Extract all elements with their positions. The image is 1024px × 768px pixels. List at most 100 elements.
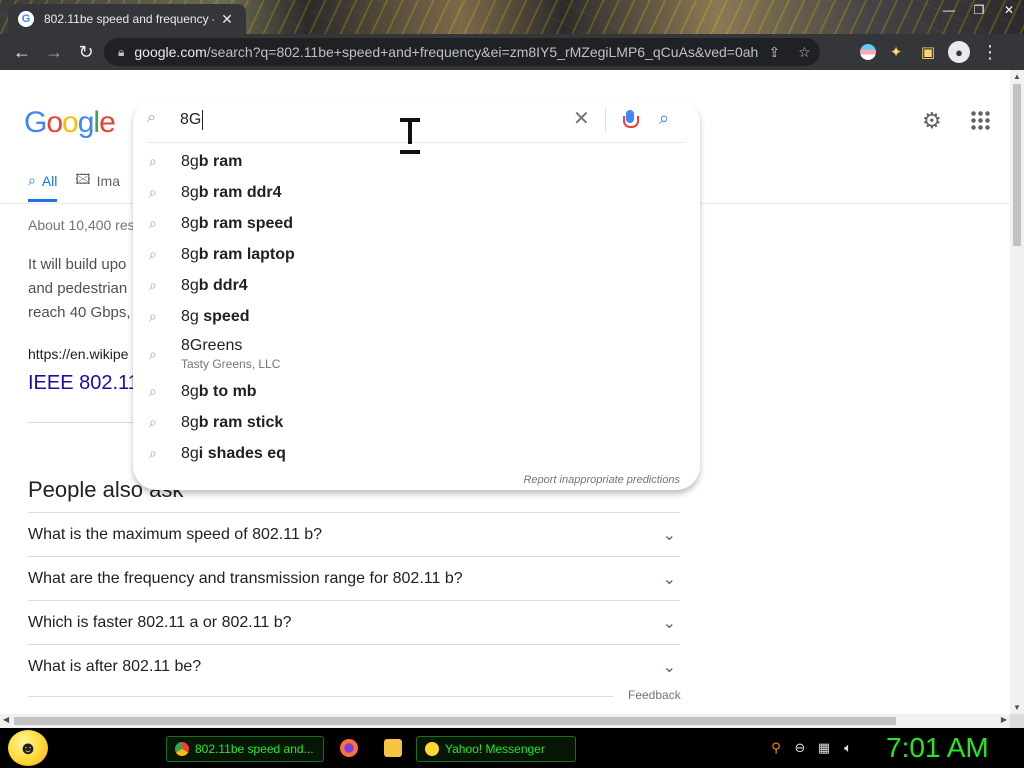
chevron-down-icon: ⌄ bbox=[662, 526, 676, 544]
tab-images[interactable]: 🖾︎ Ima bbox=[75, 170, 120, 192]
google-results-page: Google ⚙ ⌕ All 🖾︎ Ima About 10,400 res I… bbox=[0, 70, 1010, 714]
firefox-icon[interactable] bbox=[340, 739, 358, 757]
text-cursor-icon bbox=[398, 118, 422, 154]
close-window-button[interactable]: ✕ bbox=[994, 0, 1024, 20]
google-apps-icon[interactable] bbox=[970, 110, 990, 130]
suggestion-text: 8gb ram speed bbox=[181, 215, 293, 233]
taskbar-chrome-button[interactable]: 802.11be speed and... bbox=[166, 736, 324, 762]
suggestion-completion: b to mb bbox=[198, 382, 257, 400]
paa-question[interactable]: What are the frequency and transmission … bbox=[28, 556, 680, 600]
paa-question-text: What are the frequency and transmission … bbox=[28, 569, 463, 587]
image-icon: 🖾︎ bbox=[75, 171, 91, 187]
suggestion-text: 8gb ram laptop bbox=[181, 246, 295, 264]
address-bar[interactable]: 🔒︎ google.com/search?q=802.11be+speed+an… bbox=[104, 38, 820, 66]
tab-close-icon[interactable]: ✕ bbox=[218, 11, 236, 28]
feedback-link[interactable]: Feedback bbox=[628, 688, 681, 702]
scroll-up-icon[interactable]: ▲ bbox=[1013, 72, 1021, 81]
vertical-scroll-thumb[interactable] bbox=[1013, 84, 1021, 246]
search-input[interactable]: 8G bbox=[180, 110, 204, 130]
suggestion-item[interactable]: ⌕ 8Greens Tasty Greens, LLC bbox=[133, 332, 700, 376]
report-predictions-link[interactable]: Report inappropriate predictions bbox=[523, 474, 680, 486]
maximize-button[interactable]: ❐ bbox=[964, 0, 994, 20]
search-icon: ⌕ bbox=[28, 172, 36, 188]
result-tabs: ⌕ All 🖾︎ Ima bbox=[28, 170, 120, 202]
side-panel-icon[interactable]: ▣ bbox=[916, 40, 940, 64]
horizontal-scrollbar[interactable]: ◀ ▶ bbox=[0, 714, 1010, 728]
suggestion-completion: b ram bbox=[198, 152, 243, 170]
suggestion-prefix: 8g bbox=[181, 444, 199, 462]
suggestion-prefix: 8g bbox=[181, 382, 199, 400]
paa-question[interactable]: Which is faster 802.11 a or 802.11 b? ⌄ bbox=[28, 600, 680, 644]
paa-bottom-divider bbox=[28, 696, 613, 697]
search-submit-icon[interactable]: ⌕ bbox=[659, 108, 669, 129]
suggestion-item[interactable]: ⌕ 8gb ram speed bbox=[133, 208, 700, 239]
share-icon[interactable]: ⇪ bbox=[759, 44, 789, 61]
microphone-icon[interactable] bbox=[623, 108, 639, 132]
scroll-left-icon[interactable]: ◀ bbox=[3, 715, 9, 724]
search-icon: ⌕ bbox=[149, 414, 157, 430]
suggestion-item[interactable]: ⌕ 8gb ram stick bbox=[133, 407, 700, 438]
folder-icon[interactable] bbox=[384, 739, 402, 757]
browser-tab[interactable]: G 802.11be speed and frequency - ✕ bbox=[8, 4, 246, 34]
scroll-right-icon[interactable]: ▶ bbox=[1001, 715, 1007, 724]
suggestion-text: 8gb ram bbox=[181, 153, 242, 171]
chevron-down-icon: ⌄ bbox=[662, 570, 676, 588]
vertical-scrollbar[interactable]: ▲ ▼ bbox=[1010, 70, 1024, 714]
taskbar-yahoo-label: Yahoo! Messenger bbox=[445, 742, 545, 756]
system-tray: ⚲ ⊖ ▦ 🔈︎ bbox=[768, 740, 856, 756]
search-box-divider bbox=[605, 108, 606, 132]
snippet-line: and pedestrian bbox=[28, 280, 128, 297]
clear-icon[interactable]: ✕ bbox=[573, 106, 590, 131]
paa-question[interactable]: What is the maximum speed of 802.11 b? ⌄ bbox=[28, 512, 680, 556]
tab-all[interactable]: ⌕ All bbox=[28, 170, 58, 202]
suggestion-item[interactable]: ⌕ 8g speed bbox=[133, 301, 700, 332]
suggestion-text: 8gb ram ddr4 bbox=[181, 184, 281, 202]
minus-circle-icon[interactable]: ⊖ bbox=[792, 740, 808, 756]
profile-avatar-icon[interactable]: ● bbox=[948, 41, 970, 63]
puzzle-extension-icon[interactable]: ✦ bbox=[884, 40, 908, 64]
minimize-button[interactable]: — bbox=[934, 0, 964, 20]
url-text[interactable]: google.com/search?q=802.11be+speed+and+f… bbox=[134, 44, 759, 60]
browser-menu-icon[interactable]: ⋮ bbox=[978, 40, 1002, 64]
taskbar: ☻ 802.11be speed and... Yahoo! Messenger… bbox=[0, 728, 1024, 768]
tab-images-label: Ima bbox=[96, 173, 120, 189]
result-title-link[interactable]: IEEE 802.11 bbox=[28, 372, 139, 395]
search-icon: ⌕ bbox=[149, 445, 157, 461]
suggestion-item[interactable]: ⌕ 8gb ram ddr4 bbox=[133, 177, 700, 208]
suggestion-prefix: 8g bbox=[181, 307, 199, 325]
scroll-down-icon[interactable]: ▼ bbox=[1013, 703, 1021, 712]
suggestion-item[interactable]: ⌕ 8gb ddr4 bbox=[133, 270, 700, 301]
taskbar-yahoo-messenger-button[interactable]: Yahoo! Messenger bbox=[416, 736, 576, 762]
suggestion-completion: b ram laptop bbox=[198, 245, 295, 263]
start-button-smiley-icon[interactable]: ☻ bbox=[8, 730, 48, 766]
suggestion-prefix: 8g bbox=[181, 183, 199, 201]
flag-extension-icon[interactable] bbox=[860, 44, 876, 60]
suggestion-prefix: 8Greens bbox=[181, 337, 243, 354]
taskbar-clock[interactable]: 7:01 AM bbox=[886, 732, 989, 764]
suggestion-completion: b ddr4 bbox=[198, 276, 248, 294]
browser-toolbar: ← → ↻ 🔒︎ google.com/search?q=802.11be+sp… bbox=[0, 34, 1024, 70]
suggestion-item[interactable]: ⌕ 8gi shades eq bbox=[133, 438, 700, 469]
lock-icon[interactable]: 🔒︎ bbox=[118, 45, 124, 60]
google-logo[interactable]: Google bbox=[24, 106, 116, 140]
forward-arrow-icon[interactable]: → bbox=[38, 36, 70, 68]
search-icon: ⌕ bbox=[149, 215, 157, 231]
paa-question-text: Which is faster 802.11 a or 802.11 b? bbox=[28, 613, 292, 631]
suggestion-item[interactable]: ⌕ 8gb ram laptop bbox=[133, 239, 700, 270]
back-arrow-icon[interactable]: ← bbox=[6, 36, 38, 68]
search-tray-icon[interactable]: ⚲ bbox=[768, 740, 784, 756]
settings-gear-icon[interactable]: ⚙ bbox=[922, 108, 942, 134]
suggestion-completion: speed bbox=[198, 307, 250, 325]
logo-letter: g bbox=[77, 106, 95, 139]
volume-icon[interactable]: 🔈︎ bbox=[840, 740, 856, 756]
horizontal-scroll-thumb[interactable] bbox=[14, 717, 896, 725]
network-icon[interactable]: ▦ bbox=[816, 740, 832, 756]
suggestion-item[interactable]: ⌕ 8gb to mb bbox=[133, 376, 700, 407]
yahoo-smiley-icon bbox=[425, 742, 439, 756]
paa-question[interactable]: What is after 802.11 be? ⌄ bbox=[28, 644, 680, 688]
logo-letter: e bbox=[99, 106, 116, 139]
suggestion-completion: b ram ddr4 bbox=[198, 183, 282, 201]
reload-icon[interactable]: ↻ bbox=[70, 36, 102, 68]
chevron-down-icon: ⌄ bbox=[662, 614, 676, 632]
bookmark-star-icon[interactable]: ☆ bbox=[789, 44, 819, 61]
